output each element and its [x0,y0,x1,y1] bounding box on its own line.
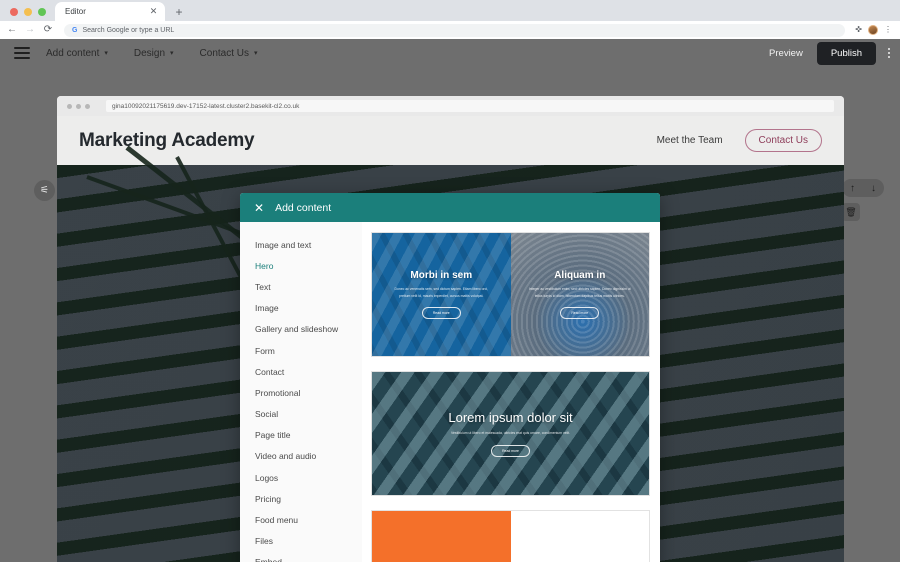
menu-page-selector-label: Contact Us [199,47,250,59]
browser-tab-title: Editor [65,7,86,16]
section-controls: ↑ ↓ 🗑 [842,179,884,221]
template-body-text: Vestibulum ut libero et malesuada, ultri… [450,431,571,436]
template-heading: Lorem ipsum dolor sit [448,410,573,426]
category-image[interactable]: Image [240,298,362,319]
maximize-window-button[interactable] [38,8,46,16]
editor-topbar: Add content ▾ Design ▾ Contact Us ▾ Prev… [0,39,900,67]
hamburger-menu-icon[interactable] [14,47,30,59]
minimize-window-button[interactable] [24,8,32,16]
category-embed[interactable]: Embed [240,552,362,562]
template-cta-button[interactable]: Read more [560,306,600,319]
close-icon[interactable]: ✕ [148,6,159,17]
category-pricing[interactable]: Pricing [240,488,362,509]
publish-button[interactable]: Publish [816,41,876,65]
category-promotional[interactable]: Promotional [240,382,362,403]
template-cta-button[interactable]: Read more [491,444,530,457]
topbar-overflow-menu-icon[interactable] [888,48,890,58]
forward-icon[interactable]: → [24,25,36,35]
template-panel[interactable] [372,511,511,562]
template-cta-button[interactable]: Read more [421,306,461,319]
chevron-down-icon: ▾ [254,50,258,57]
category-form[interactable]: Form [240,340,362,361]
profile-avatar[interactable] [868,25,878,35]
category-logos[interactable]: Logos [240,467,362,488]
category-food-menu[interactable]: Food menu [240,509,362,530]
category-video-and-audio[interactable]: Video and audio [240,446,362,467]
template-card[interactable]: Lorem ipsum dolor sit Vestibulum ut libe… [371,371,650,496]
editor-canvas: ⚟ ↑ ↓ 🗑 gina10092021175619.dev-17152-lat… [0,67,900,562]
category-hero[interactable]: Hero [240,255,362,276]
reload-icon[interactable]: ⟳ [42,25,54,35]
menu-design-label: Design [133,47,166,59]
template-gallery[interactable]: Morbi in sem Donec ac venenatis sem, sed… [362,222,660,562]
menu-add-content[interactable]: Add content ▾ [46,48,108,59]
add-content-modal-body: Image and text Hero Text Image Gallery a… [240,222,660,562]
template-panel[interactable]: Aliquam in Integer ac vestibulum enim, s… [510,233,649,356]
add-content-modal-title: Add content [275,201,332,214]
browser-tab-strip: Editor ✕ + [0,0,900,21]
menu-design[interactable]: Design ▾ [134,48,174,59]
chevron-down-icon: ▾ [170,50,174,57]
template-panel[interactable]: Morbi in sem Donec ac venenatis sem, sed… [372,233,511,356]
google-icon: G [72,26,78,34]
category-gallery-and-slideshow[interactable]: Gallery and slideshow [240,319,362,340]
site-preview-url: gina10092021175619.dev-17152-latest.clus… [106,100,834,112]
address-bar[interactable]: G Search Google or type a URL [64,23,846,37]
site-preview-browser-bar: gina10092021175619.dev-17152-latest.clus… [57,96,844,116]
browser-toolbar-icons: ✜ ⋮ [855,25,894,35]
template-panel[interactable]: Lorem ipsum dolor sit Vestibulum ut libe… [372,372,649,495]
address-bar-placeholder: Search Google or type a URL [82,26,175,34]
content-category-list[interactable]: Image and text Hero Text Image Gallery a… [240,222,362,562]
add-content-modal-header: ✕ Add content [240,193,660,222]
template-body-text: Integer ac vestibulum enim, sed ultricie… [528,287,631,298]
template-body-text: Donec ac venenatis sem, sed dictum sapie… [394,287,488,298]
category-files[interactable]: Files [240,531,362,552]
site-preview-traffic-lights [67,103,90,109]
window-traffic-lights [0,8,55,21]
add-content-modal: ✕ Add content Image and text Hero Text I… [240,193,660,562]
template-heading: Morbi in sem [410,270,473,282]
preview-button[interactable]: Preview [769,48,803,59]
browser-toolbar: ← → ⟳ G Search Google or type a URL ✜ ⋮ [0,21,900,39]
template-panel[interactable] [510,511,649,562]
template-heading: Aliquam in [554,270,606,282]
close-window-button[interactable] [10,8,18,16]
chevron-down-icon: ▾ [104,50,108,57]
new-tab-icon[interactable]: + [172,5,186,19]
move-down-icon[interactable]: ↓ [863,179,884,197]
move-up-icon[interactable]: ↑ [842,179,863,197]
menu-add-content-label: Add content [46,47,100,59]
browser-menu-icon[interactable]: ⋮ [884,26,892,34]
category-page-title[interactable]: Page title [240,425,362,446]
delete-icon[interactable]: 🗑 [842,203,860,221]
section-settings-icon[interactable]: ⚟ [34,180,55,201]
section-move-controls: ↑ ↓ [842,179,884,197]
browser-tab[interactable]: Editor ✕ [55,2,165,21]
menu-page-selector[interactable]: Contact Us ▾ [200,48,258,59]
category-contact[interactable]: Contact [240,361,362,382]
site-nav-item-meet-the-team[interactable]: Meet the Team [657,135,723,146]
category-image-and-text[interactable]: Image and text [240,234,362,255]
template-card[interactable] [371,510,650,562]
template-card[interactable]: Morbi in sem Donec ac venenatis sem, sed… [371,232,650,357]
extensions-icon[interactable]: ✜ [855,26,862,34]
site-title[interactable]: Marketing Academy [79,130,255,152]
category-social[interactable]: Social [240,404,362,425]
close-icon[interactable]: ✕ [254,202,264,214]
back-icon[interactable]: ← [6,25,18,35]
category-text[interactable]: Text [240,276,362,297]
site-contact-us-button[interactable]: Contact Us [744,129,822,152]
site-nav: Meet the Team Contact Us [657,129,822,152]
